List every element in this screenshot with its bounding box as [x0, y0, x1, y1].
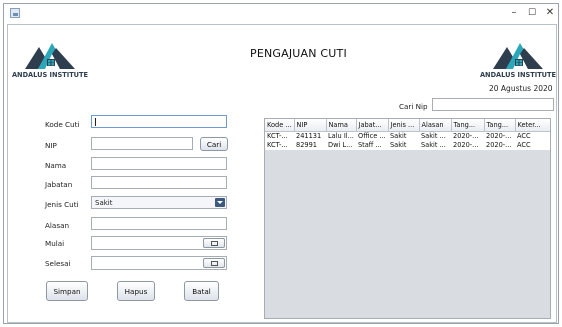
table-cell: ACC — [515, 131, 550, 141]
selesai-date-field[interactable] — [91, 256, 227, 270]
mulai-calendar-button[interactable] — [203, 238, 225, 248]
search-nip-input[interactable] — [432, 98, 554, 111]
table-row[interactable]: KCT-... 241131 Lalu Il... Office ... Sak… — [265, 131, 550, 141]
selesai-label: Selesai — [45, 259, 71, 268]
alasan-label: Alasan — [45, 221, 70, 230]
table-header-row: Kode ... NIP Nama Jabat... Jenis ... Ala… — [265, 119, 550, 132]
logo-right: ANDALUS INSTITUTE — [479, 39, 557, 85]
table-cell: Staff ... — [356, 140, 388, 150]
table-cell: ACC — [515, 140, 550, 150]
cari-button[interactable]: Cari — [200, 137, 228, 151]
table-cell: Sakit — [388, 140, 419, 150]
column-header[interactable]: Alasan — [419, 119, 452, 132]
column-header[interactable]: NIP — [294, 119, 327, 132]
mulai-date-field[interactable] — [91, 236, 227, 250]
column-header[interactable]: Tang... — [484, 119, 516, 132]
cuti-table-grid: Kode ... NIP Nama Jabat... Jenis ... Ala… — [265, 119, 550, 150]
calendar-icon — [211, 261, 218, 266]
close-button[interactable]: ✕ — [543, 7, 557, 19]
table-cell: Lalu Il... — [326, 131, 356, 141]
current-date: 20 Agustus 2020 — [489, 84, 553, 93]
selesai-calendar-button[interactable] — [203, 258, 225, 268]
andalus-logo-icon — [493, 43, 543, 69]
form-panel: ANDALUS INSTITUTE PENGAJUAN CUTI ANDALUS… — [7, 24, 557, 323]
maximize-button[interactable]: ☐ — [525, 7, 539, 19]
column-header[interactable]: Tang... — [451, 119, 485, 132]
logo-text: ANDALUS INSTITUTE — [11, 71, 89, 79]
table-cell: 241131 — [294, 131, 326, 141]
nama-label: Nama — [45, 161, 67, 170]
table-row[interactable]: KCT-... 82991 Dwi L... Staff ... Sakit S… — [265, 140, 550, 150]
table-cell: KCT-... — [265, 131, 294, 141]
simpan-button[interactable]: Simpan — [46, 281, 88, 301]
jabatan-label: Jabatan — [45, 180, 73, 189]
jabatan-field[interactable] — [91, 176, 227, 189]
app-window: – ☐ ✕ ANDALUS INSTITUTE PENGAJUAN CUTI A… — [3, 3, 559, 324]
table-cell: 2020-... — [484, 140, 515, 150]
andalus-logo-icon — [25, 43, 75, 69]
nip-label: NIP — [45, 141, 57, 150]
table-cell: 82991 — [294, 140, 326, 150]
calendar-icon — [211, 241, 218, 246]
cuti-table[interactable]: Kode ... NIP Nama Jabat... Jenis ... Ala… — [264, 118, 551, 319]
table-cell: KCT-... — [265, 140, 294, 150]
jenis-cuti-select[interactable]: Sakit — [91, 196, 227, 209]
logo-text: ANDALUS INSTITUTE — [479, 71, 557, 79]
alasan-field[interactable] — [91, 217, 227, 230]
table-cell: 2020-... — [451, 131, 484, 141]
minimize-button[interactable]: – — [507, 7, 521, 19]
table-cell: 2020-... — [451, 140, 484, 150]
hapus-button[interactable]: Hapus — [117, 281, 155, 301]
table-cell: 2020-... — [484, 131, 515, 141]
column-header[interactable]: Kode ... — [265, 119, 295, 132]
title-bar: – ☐ ✕ — [4, 4, 558, 24]
nip-field[interactable] — [91, 137, 193, 150]
column-header[interactable]: Nama — [326, 119, 357, 132]
batal-button[interactable]: Batal — [184, 281, 219, 301]
mulai-label: Mulai — [45, 239, 65, 248]
jenis-cuti-label: Jenis Cuti — [45, 200, 79, 209]
search-nip-label: Cari Nip — [399, 102, 428, 111]
table-cell: Sakit ... — [419, 131, 451, 141]
column-header[interactable]: Jenis ... — [388, 119, 420, 132]
kode-cuti-field[interactable] — [91, 115, 227, 128]
column-header[interactable]: Jabat... — [356, 119, 389, 132]
dropdown-arrow-icon[interactable] — [215, 198, 225, 207]
jenis-cuti-selected: Sakit — [95, 199, 113, 207]
table-cell: Office ... — [356, 131, 388, 141]
kode-cuti-label: Kode Cuti — [45, 120, 80, 129]
page-title: PENGAJUAN CUTI — [250, 47, 347, 60]
table-cell: Dwi L... — [326, 140, 356, 150]
java-app-icon — [10, 8, 20, 18]
table-cell: Sakit ... — [419, 140, 451, 150]
logo-left: ANDALUS INSTITUTE — [11, 39, 89, 85]
column-header[interactable]: Keter... — [515, 119, 550, 132]
table-cell: Sakit — [388, 131, 419, 141]
nama-field[interactable] — [91, 157, 227, 170]
